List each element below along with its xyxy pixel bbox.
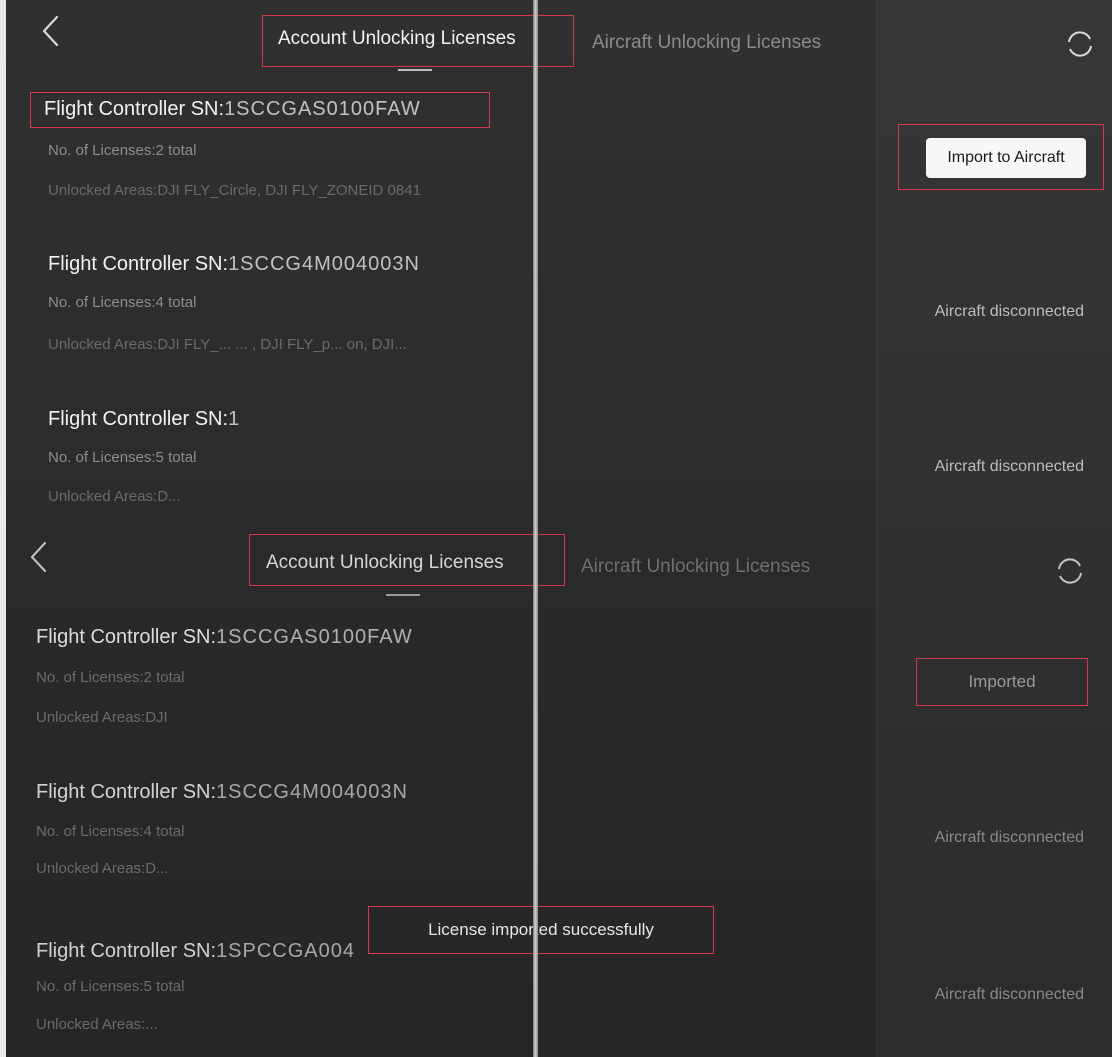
header-bar: Account Unlocking Licenses Aircraft Unlo… [6, 0, 1112, 80]
unlocked-areas: Unlocked Areas:D... [48, 488, 181, 505]
unlocked-areas: Unlocked Areas:DJI [36, 709, 168, 726]
highlight-box [30, 92, 490, 128]
licenses-panel-bottom: Account Unlocking Licenses Aircraft Unlo… [6, 526, 1112, 1057]
license-count: No. of Licenses:4 total [36, 823, 185, 840]
imported-status-label: Imported [968, 672, 1036, 691]
unlocked-areas: Unlocked Areas:DJI FLY_Circle, DJI FLY_Z… [48, 182, 421, 199]
license-count: No. of Licenses:2 total [36, 669, 185, 686]
chevron-left-icon[interactable] [38, 14, 64, 48]
license-count: No. of Licenses:5 total [48, 449, 197, 466]
tab-active-indicator [398, 69, 432, 71]
connection-status: Aircraft disconnected [934, 986, 1084, 1003]
refresh-icon[interactable] [1055, 556, 1085, 586]
flight-controller-sn: Flight Controller SN:1SCCG4M004003N [48, 253, 420, 275]
highlight-box [262, 15, 574, 67]
license-count: No. of Licenses:2 total [48, 142, 197, 159]
refresh-icon[interactable] [1065, 29, 1095, 59]
licenses-panel-top: Account Unlocking Licenses Aircraft Unlo… [6, 0, 1112, 526]
flight-controller-sn: Flight Controller SN:1SPCCGA004 [36, 940, 356, 962]
flight-controller-sn: Flight Controller SN:1SCCG4M004003N [36, 781, 408, 803]
tab-active-indicator [386, 594, 420, 596]
header-bar: Account Unlocking Licenses Aircraft Unlo… [6, 526, 1112, 606]
unlocked-areas: Unlocked Areas:DJI FLY_... ... , DJI FLY… [48, 336, 407, 353]
chevron-left-icon[interactable] [26, 540, 52, 574]
license-count: No. of Licenses:5 total [36, 978, 185, 995]
import-to-aircraft-button[interactable]: Import to Aircraft [926, 138, 1086, 178]
tab-aircraft-unlocking-licenses[interactable]: Aircraft Unlocking Licenses [592, 32, 821, 54]
flight-controller-sn: Flight Controller SN:1SCCGAS0100FAW [36, 626, 413, 648]
connection-status: Aircraft disconnected [934, 829, 1084, 846]
page-fold-divider [533, 0, 538, 1057]
highlight-box [249, 534, 565, 586]
license-count: No. of Licenses:4 total [48, 294, 197, 311]
flight-controller-sn: Flight Controller SN:1 [48, 408, 241, 430]
tab-aircraft-unlocking-licenses[interactable]: Aircraft Unlocking Licenses [581, 556, 810, 578]
toast-message: License imported successfully [428, 920, 654, 939]
unlocked-areas: Unlocked Areas:... [36, 1016, 158, 1033]
unlocked-areas: Unlocked Areas:D... [36, 860, 169, 877]
connection-status: Aircraft disconnected [934, 458, 1084, 475]
connection-status: Aircraft disconnected [934, 303, 1084, 320]
